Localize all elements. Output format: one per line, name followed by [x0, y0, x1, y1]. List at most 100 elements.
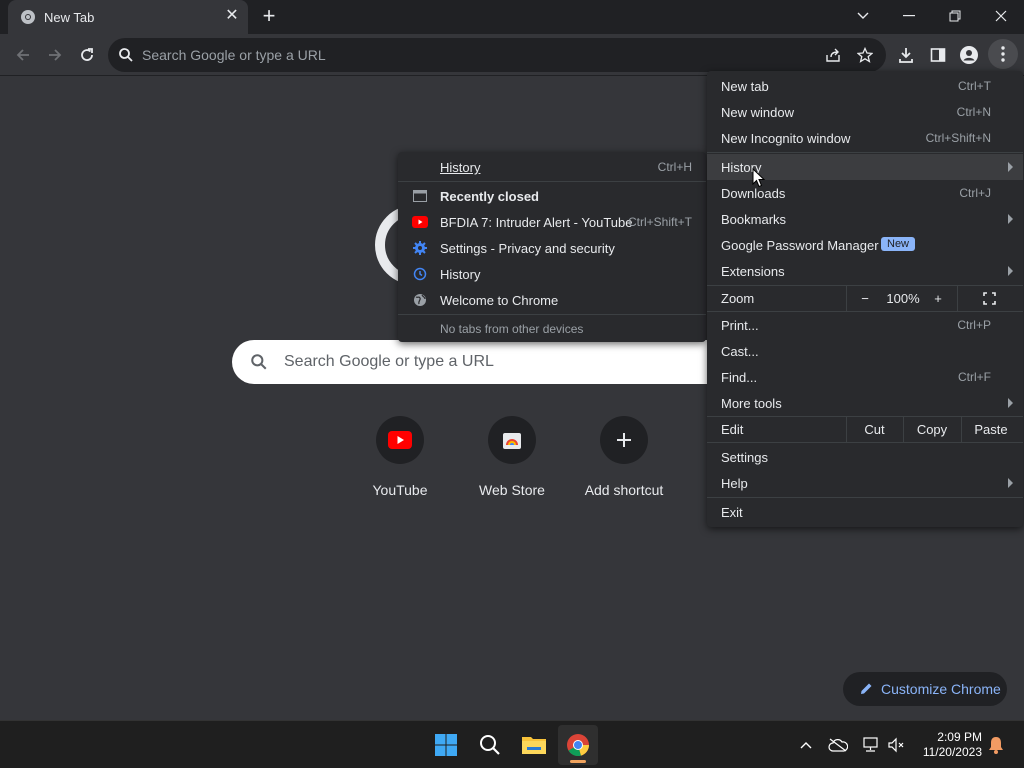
history-menu-item-history[interactable]: History Ctrl+H [398, 154, 706, 180]
menu-item-find[interactable]: Find... Ctrl+F [707, 364, 1023, 390]
back-arrow-icon[interactable] [12, 44, 34, 66]
clock-time: 2:09 PM [937, 730, 982, 744]
notification-bell-icon[interactable] [986, 735, 1006, 755]
menu-item-new-window[interactable]: New window Ctrl+N [707, 99, 1023, 125]
tray-chevron-up-icon[interactable] [796, 735, 816, 755]
history-item-welcome[interactable]: Welcome to Chrome [398, 287, 706, 313]
history-item-label: BFDIA 7: Intruder Alert - YouTube [440, 215, 633, 230]
download-icon[interactable] [895, 44, 917, 66]
history-shortcut: Ctrl+H [657, 160, 692, 174]
ntp-search-placeholder: Search Google or type a URL [284, 353, 494, 370]
menu-label: Downloads [721, 186, 786, 201]
no-tabs-label: No tabs from other devices [440, 322, 584, 336]
shortcut-label: Web Store [479, 482, 545, 498]
paste-button[interactable]: Paste [962, 416, 1020, 442]
history-item-settings[interactable]: Settings - Privacy and security [398, 235, 706, 261]
youtube-icon [376, 416, 424, 464]
history-item-history[interactable]: History [398, 261, 706, 287]
tab-search-chevron-icon[interactable] [840, 0, 886, 32]
new-tab-plus-icon[interactable]: + [258, 5, 280, 28]
menu-label: Print... [721, 318, 759, 333]
tab-close-icon[interactable]: ✕ [224, 8, 240, 24]
fullscreen-icon[interactable] [971, 285, 1007, 311]
tab-new-tab[interactable]: New Tab ✕ [8, 0, 248, 34]
menu-item-password-manager[interactable]: Google Password Manager New [707, 232, 1023, 258]
menu-label: Exit [721, 505, 743, 520]
side-panel-icon[interactable] [927, 44, 949, 66]
close-icon[interactable] [978, 0, 1024, 32]
volume-muted-icon[interactable] [886, 735, 906, 755]
history-label: History [440, 160, 481, 175]
search-icon [119, 48, 133, 62]
menu-item-extensions[interactable]: Extensions [707, 258, 1023, 284]
menu-item-print[interactable]: Print... Ctrl+P [707, 312, 1023, 338]
zoom-label: Zoom [721, 290, 755, 306]
cut-button[interactable]: Cut [847, 416, 902, 442]
shortcut-add[interactable]: Add shortcut [574, 416, 674, 506]
menu-item-new-tab[interactable]: New tab Ctrl+T [707, 73, 1023, 99]
menu-item-exit[interactable]: Exit [707, 499, 1023, 525]
menu-label: Help [721, 476, 748, 491]
menu-item-bookmarks[interactable]: Bookmarks [707, 206, 1023, 232]
menu-label: More tools [721, 396, 782, 411]
chrome-favicon-icon [21, 10, 35, 24]
zoom-row: Zoom − 100% + [707, 285, 1023, 311]
menu-divider [707, 152, 1023, 153]
menu-item-help[interactable]: Help [707, 470, 1023, 496]
menu-label: Find... [721, 370, 758, 385]
menu-shortcut: Ctrl+Shift+N [925, 131, 991, 145]
menu-label: Google Password Manager [721, 238, 879, 253]
history-clock-icon [412, 267, 428, 281]
profile-avatar-icon[interactable] [958, 44, 980, 66]
submenu-arrow-icon [1008, 398, 1013, 408]
shortcut-web-store[interactable]: Web Store [462, 416, 562, 506]
zoom-out-button[interactable]: − [847, 285, 883, 311]
mouse-cursor-icon [752, 168, 766, 188]
windows-start-icon[interactable] [426, 725, 466, 765]
zoom-in-button[interactable]: + [923, 285, 953, 311]
menu-item-more-tools[interactable]: More tools [707, 390, 1023, 416]
network-icon[interactable] [860, 735, 880, 755]
menu-item-new-incognito[interactable]: New Incognito window Ctrl+Shift+N [707, 125, 1023, 151]
menu-divider [707, 442, 1023, 443]
forward-arrow-icon[interactable] [44, 44, 66, 66]
bookmark-star-icon[interactable] [856, 46, 874, 64]
menu-label: New Incognito window [721, 131, 851, 146]
new-badge: New [881, 237, 916, 251]
web-store-icon [488, 416, 536, 464]
menu-label: New window [721, 105, 794, 120]
taskbar-chrome-icon[interactable] [558, 725, 598, 765]
history-item-label: Welcome to Chrome [440, 293, 559, 308]
onedrive-cloud-icon[interactable] [828, 735, 848, 755]
copy-button[interactable]: Copy [904, 416, 960, 442]
menu-divider [398, 181, 706, 182]
edit-row: Edit Cut Copy Paste [707, 416, 1023, 442]
tab-icon [412, 189, 428, 203]
file-explorer-icon[interactable] [514, 725, 554, 765]
restore-icon[interactable] [932, 0, 978, 32]
omnibox-placeholder: Search Google or type a URL [142, 47, 326, 63]
no-tabs-other-devices: No tabs from other devices [398, 316, 706, 342]
reload-icon[interactable] [76, 44, 98, 66]
share-icon[interactable] [824, 46, 842, 64]
browser-toolbar: Search Google or type a URL [0, 34, 1024, 76]
menu-label: Extensions [721, 264, 785, 279]
windows-taskbar: 2:09 PM 11/20/2023 [0, 720, 1024, 768]
taskbar-clock[interactable]: 2:09 PM 11/20/2023 [918, 730, 982, 760]
minimize-icon[interactable] [886, 0, 932, 32]
history-item-bfdia[interactable]: BFDIA 7: Intruder Alert - YouTube Ctrl+S… [398, 209, 706, 235]
menu-shortcut: Ctrl+F [958, 370, 991, 384]
tab-title: New Tab [44, 10, 95, 25]
history-item-shortcut: Ctrl+Shift+T [627, 215, 692, 229]
menu-item-settings[interactable]: Settings [707, 444, 1023, 470]
omnibox[interactable]: Search Google or type a URL [108, 38, 886, 72]
taskbar-search-icon[interactable] [470, 725, 510, 765]
chrome-menu-kebab-icon[interactable] [988, 39, 1018, 69]
menu-item-cast[interactable]: Cast... [707, 338, 1023, 364]
shortcut-youtube[interactable]: YouTube [350, 416, 450, 506]
submenu-arrow-icon [1008, 478, 1013, 488]
shortcut-label: YouTube [372, 482, 428, 498]
customize-chrome-button[interactable]: Customize Chrome [843, 672, 1007, 706]
plus-icon [600, 416, 648, 464]
submenu-arrow-icon [1008, 214, 1013, 224]
